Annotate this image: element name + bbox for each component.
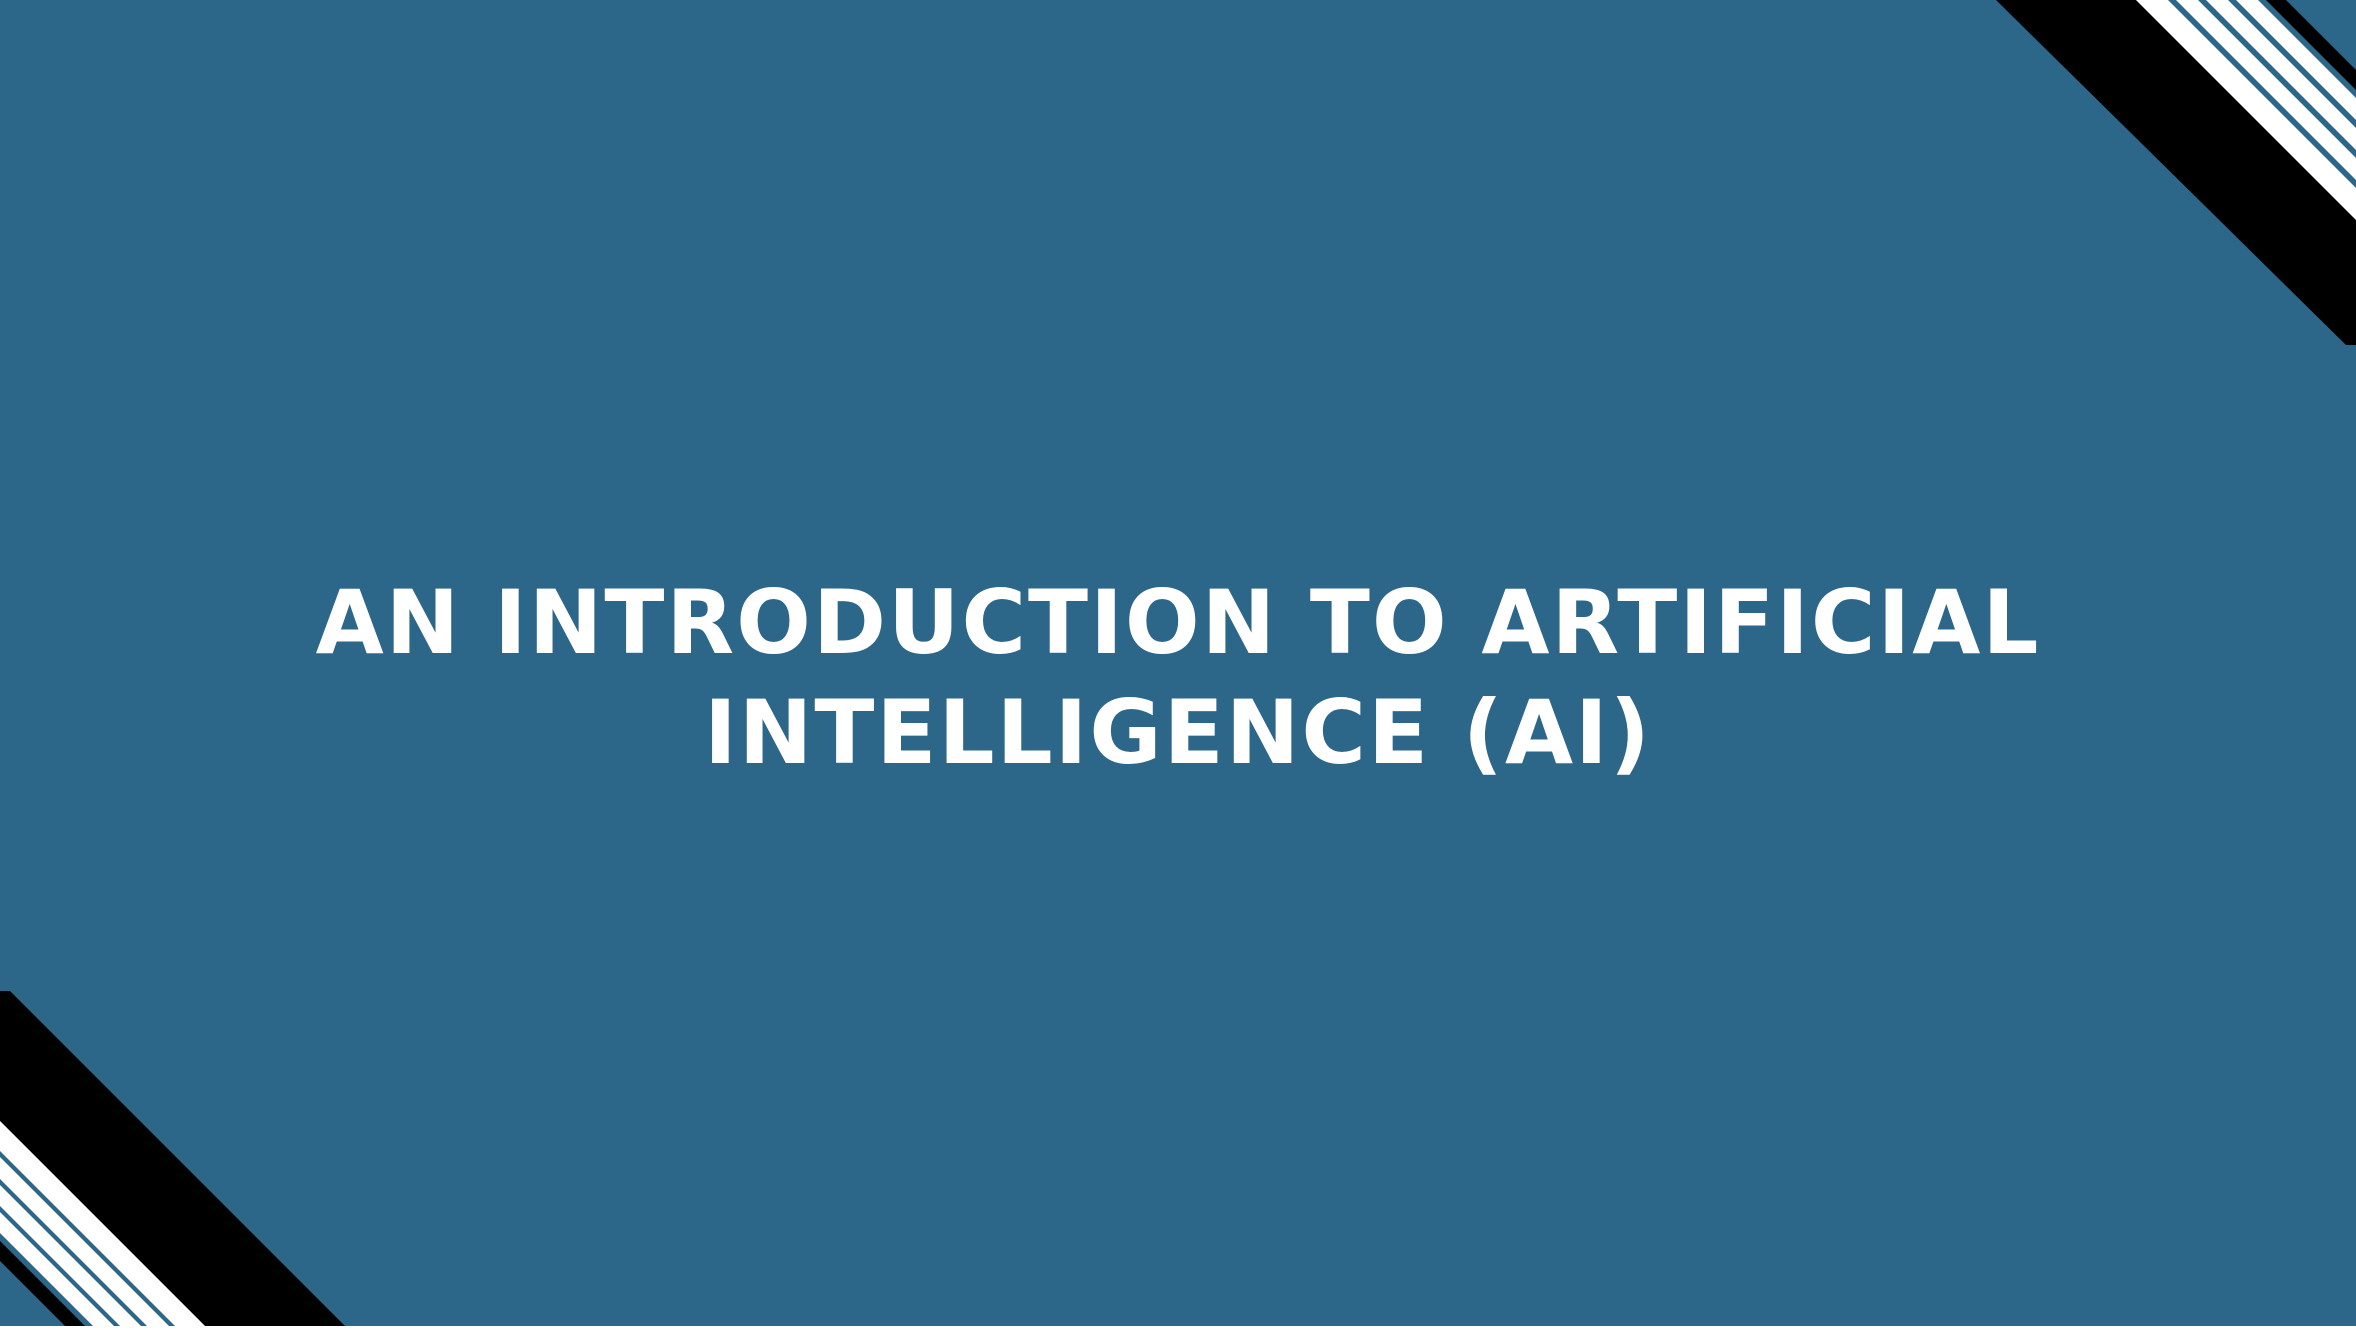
slide-canvas: AN INTRODUCTION TO ARTIFICIAL INTELLIGEN… [0,0,2356,1326]
slide-title: AN INTRODUCTION TO ARTIFICIAL INTELLIGEN… [0,568,2356,788]
corner-decoration-bottom-left [0,991,345,1326]
slide-title-line-1: AN INTRODUCTION TO ARTIFICIAL [315,571,2041,674]
corner-decoration-top-right [1996,0,2356,345]
slide-title-line-2: INTELLIGENCE (AI) [703,681,1653,784]
